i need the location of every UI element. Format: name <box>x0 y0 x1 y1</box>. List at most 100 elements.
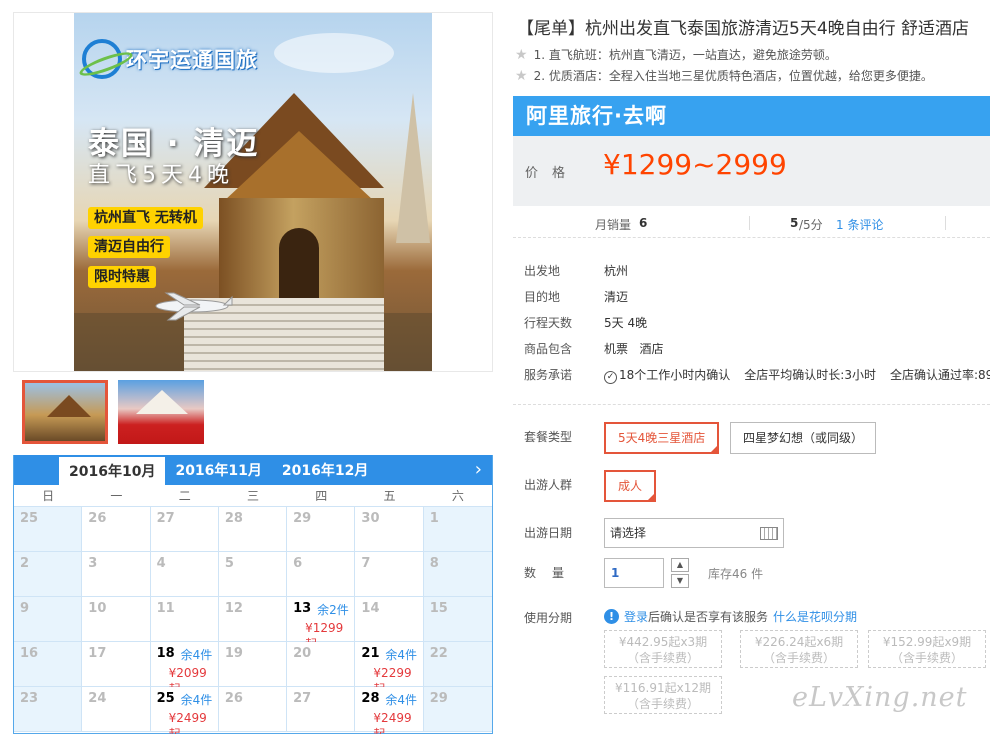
tab-month-dec[interactable]: 2016年12月 <box>272 455 378 485</box>
installment-amount: ¥442.95起x3期 <box>605 634 721 650</box>
calendar-day-cell[interactable]: 28 余4件 ¥2499起 <box>355 687 424 734</box>
calendar-day-stock: 余4件 <box>385 648 418 662</box>
temple-door <box>279 228 319 303</box>
calendar-day-number: 26 <box>88 511 107 526</box>
tab-month-oct[interactable]: 2016年10月 <box>59 457 166 485</box>
feature-text: 2. 优质酒店：全程入住当地三星优质特色酒店，位置优越，给您更多便捷。 <box>533 69 933 83</box>
banner-tag: 杭州直飞 无转机 <box>88 207 203 229</box>
calendar-day-cell: 16 <box>14 642 83 687</box>
calendar-day-number: 25 <box>20 511 39 526</box>
calendar-day-price: ¥2499起 <box>168 711 207 734</box>
calendar-icon[interactable] <box>760 527 778 540</box>
traveler-type-label: 出游人群 <box>524 478 573 492</box>
promise-item: ✓ 18个工作小时内确认 <box>604 366 730 384</box>
package-type-label: 套餐类型 <box>524 430 573 444</box>
calendar-day-number: 25 <box>156 691 175 706</box>
main-image-frame: 环宇运通国旅 泰国 · 清迈 直飞5天4晚 杭州直飞 无转机 清迈自由行 限时特… <box>13 12 493 372</box>
calendar-day-number: 24 <box>88 691 107 706</box>
calendar-day-cell: 29 <box>287 507 356 552</box>
installment-amount: ¥226.24起x6期 <box>741 634 857 650</box>
package-option-3star[interactable]: 5天4晚三星酒店 <box>604 422 720 454</box>
travel-date-label: 出游日期 <box>524 526 573 540</box>
banner-tag: 限时特惠 <box>88 266 156 288</box>
price-label: 价格 <box>525 166 580 181</box>
calendar-day-cell[interactable]: 21余4件¥2299起 <box>355 642 424 696</box>
calendar-day-cell: 5 <box>218 552 288 597</box>
banner-subtitle: 直飞5天4晚 <box>88 163 234 188</box>
traveler-option-adult[interactable]: 成人 <box>604 470 657 502</box>
calendar-day-number: 12 <box>224 601 243 616</box>
thumbnail-2[interactable] <box>118 380 204 444</box>
quantity-input[interactable]: 1 <box>604 558 664 588</box>
star-icon: ★ <box>515 46 528 63</box>
calendar-day-number: 17 <box>88 646 107 661</box>
chevron-right-icon[interactable]: › <box>475 459 482 480</box>
star-icon: ★ <box>515 67 528 84</box>
installment-fee: （含手续费） <box>626 697 699 711</box>
calendar-day-cell[interactable]: 18余4件¥2099起 <box>150 642 219 696</box>
main-product-image[interactable]: 环宇运通国旅 泰国 · 清迈 直飞5天4晚 杭州直飞 无转机 清迈自由行 限时特… <box>74 13 432 371</box>
calendar-day-number: 22 <box>429 646 448 661</box>
globe-icon <box>82 39 122 79</box>
calendar-day-cell[interactable]: 25 余4件 ¥2499起 <box>150 687 219 734</box>
installment-periods: x9期 <box>944 635 972 649</box>
tab-month-nov[interactable]: 2016年11月 <box>165 455 271 485</box>
departure-calendar: 2016年10月 2016年11月 2016年12月 › 日一二三四五六 25 2… <box>13 455 493 734</box>
stat-divider <box>945 216 946 230</box>
weekday-label: 一 <box>110 489 123 503</box>
attr-label-duration: 行程天数 <box>524 316 573 330</box>
calendar-day-number: 15 <box>429 601 448 616</box>
calendar-day-cell: 27 <box>150 507 219 552</box>
feature-item: ★ 1. 直飞航班：杭州直飞清迈，一站直达，避免旅途劳顿。 <box>515 46 837 63</box>
calendar-day-cell: 6 <box>287 552 356 597</box>
installment-option-9[interactable]: ¥152.99起x9期 （含手续费） <box>868 630 986 668</box>
thumbnail-temple <box>136 390 188 414</box>
weekday-label: 二 <box>178 489 191 503</box>
product-stats: 月销量 6 5 /5分 1 条评论 <box>513 208 990 238</box>
date-placeholder: 请选择 <box>610 526 647 540</box>
attr-value-destination: 清迈 <box>604 290 629 304</box>
calendar-day-number: 8 <box>429 556 439 571</box>
calendar-day-number: 26 <box>224 691 243 706</box>
calendar-day-cell: 26 <box>218 687 288 732</box>
reviews-link[interactable]: 1 条评论 <box>836 216 883 233</box>
quantity-decrease-button[interactable]: ▼ <box>671 574 689 588</box>
quantity-label: 数量 <box>524 566 581 580</box>
travel-date-input[interactable]: 请选择 <box>604 518 784 548</box>
installment-fee: （含手续费） <box>762 651 835 665</box>
price-value: ¥1299~2999 <box>603 148 787 181</box>
calendar-day-number: 29 <box>293 511 312 526</box>
calendar-day-stock: 余2件 <box>317 603 349 617</box>
calendar-day-cell: 1 <box>423 507 492 552</box>
calendar-day-cell: 9 <box>14 597 83 642</box>
brand-banner: 阿里旅行·去啊 <box>513 96 990 136</box>
calendar-day-number: 5 <box>224 556 234 571</box>
calendar-day-stock: 余4件 <box>180 693 213 707</box>
calendar-day-cell: 3 <box>82 552 151 597</box>
attr-value-includes: 机票 酒店 <box>604 342 664 356</box>
attr-label-departure: 出发地 <box>524 264 561 278</box>
installment-periods: x12期 <box>676 681 711 695</box>
calendar-day-number: 28 <box>224 511 243 526</box>
login-link[interactable]: 登录 <box>624 610 648 624</box>
installment-option-12[interactable]: ¥116.91起x12期 （含手续费） <box>604 676 722 714</box>
thumbnail-1[interactable] <box>22 380 108 444</box>
stock-text: 库存46 件 <box>708 567 764 581</box>
calendar-day-cell[interactable]: 13余2件¥1299起 <box>287 597 356 651</box>
calendar-day-number: 19 <box>224 646 243 661</box>
info-icon: ! <box>604 609 619 624</box>
weekday-label: 五 <box>383 489 396 503</box>
installment-periods: x3期 <box>680 635 708 649</box>
quantity-increase-button[interactable]: ▲ <box>671 558 689 572</box>
huabei-help-link[interactable]: 什么是花呗分期 <box>773 608 857 625</box>
installment-label: 使用分期 <box>524 611 573 625</box>
banner-tag: 清迈自由行 <box>88 236 170 258</box>
feature-item: ★ 2. 优质酒店：全程入住当地三星优质特色酒店，位置优越，给您更多便捷。 <box>515 67 933 84</box>
installment-info: ! 登录后确认是否享有该服务 什么是花呗分期 <box>604 608 857 625</box>
installment-option-3[interactable]: ¥442.95起x3期 （含手续费） <box>604 630 722 668</box>
package-option-4star[interactable]: 四星梦幻想（或同级） <box>730 422 877 454</box>
calendar-day-number: 11 <box>156 601 175 616</box>
installment-option-6[interactable]: ¥226.24起x6期 （含手续费） <box>740 630 858 668</box>
calendar-day-number: 4 <box>156 556 166 571</box>
installment-amount: ¥152.99起x9期 <box>869 634 985 650</box>
